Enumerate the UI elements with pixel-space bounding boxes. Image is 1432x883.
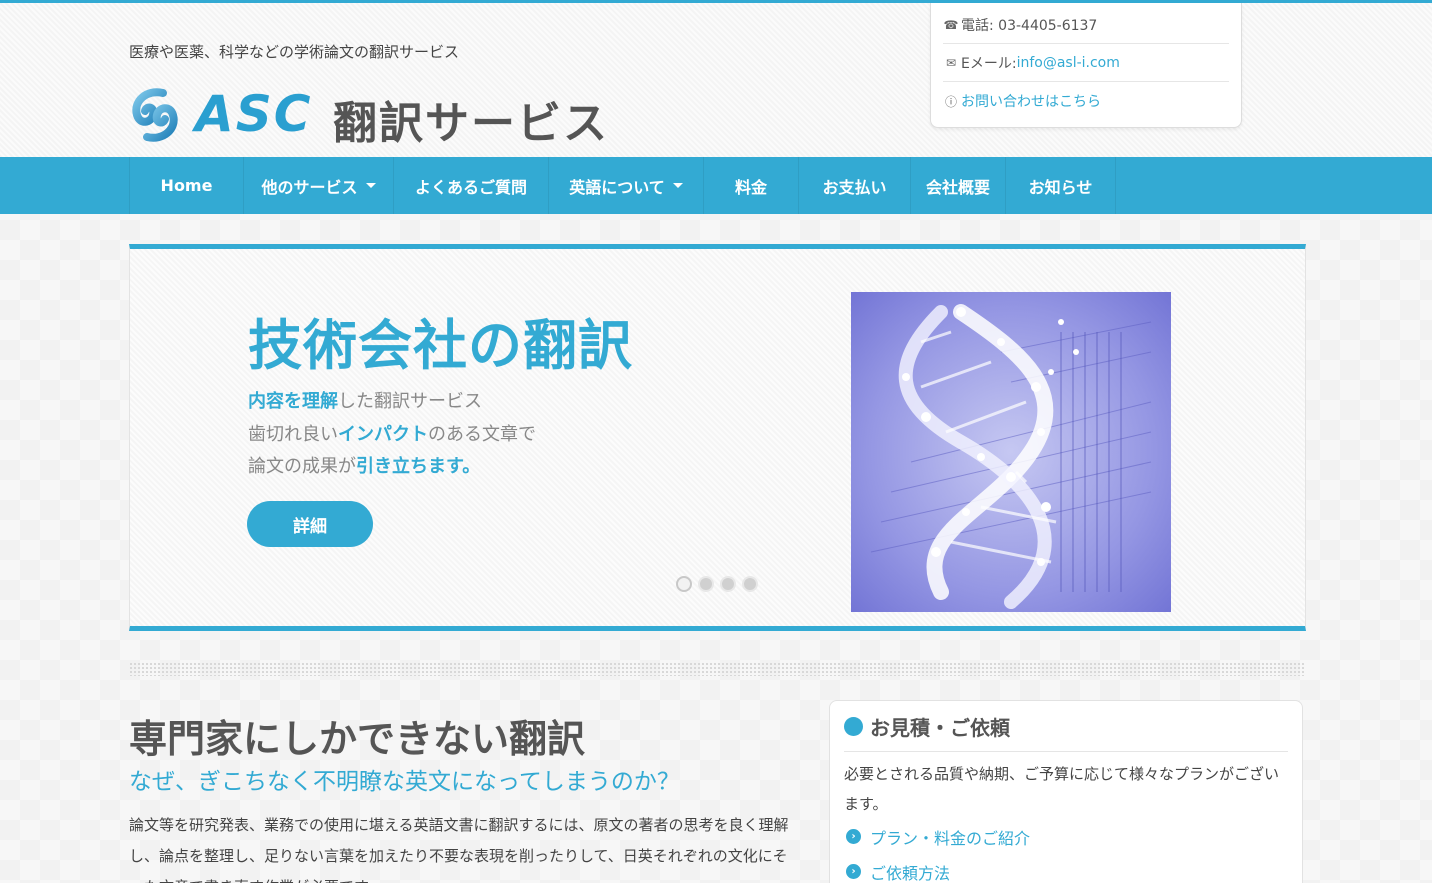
slide-line-2-prefix: 歯切れ良い	[248, 424, 338, 445]
detail-button[interactable]: 詳細	[247, 501, 373, 547]
dna-helix-image	[851, 292, 1171, 612]
logo-swirl-icon	[132, 88, 178, 142]
chevron-right-icon: ›	[846, 864, 861, 879]
contact-box: ☎ 電話: 03-4405-6137 ✉ Eメール: info@asl-i.co…	[930, 3, 1242, 128]
email-label: Eメール:	[961, 55, 1017, 72]
contact-phone: ☎ 電話: 03-4405-6137	[943, 6, 1229, 44]
circle-bullet-icon	[844, 716, 863, 736]
main-nav: Home 他のサービス よくあるご質問 英語について 料金 お支払い 会社概要 …	[0, 157, 1432, 214]
plan-pricing-link[interactable]: › プラン・料金のご紹介	[844, 819, 1288, 854]
slide-line-1-rest: した翻訳サービス	[338, 391, 482, 412]
nav-label-pricing: 料金	[734, 177, 767, 197]
nav-item-pricing[interactable]: 料金	[704, 157, 799, 214]
contact-email: ✉ Eメール: info@asl-i.com	[943, 44, 1229, 82]
slider-dot[interactable]	[742, 576, 758, 592]
request-method-link-label: ご依頼方法	[870, 863, 951, 883]
nav-item-faq[interactable]: よくあるご質問	[394, 157, 549, 214]
main-body-text: 論文等を研究発表、業務での使用に堪える英語文書に翻訳するには、原文の著者の思考を…	[129, 816, 789, 883]
nav-label-home: Home	[160, 176, 213, 195]
slider-dot[interactable]	[720, 576, 736, 592]
nav-item-home[interactable]: Home	[129, 157, 244, 214]
chevron-right-icon: ›	[846, 829, 861, 844]
envelope-icon: ✉	[945, 55, 957, 70]
site-logo[interactable]: ASC 翻訳サービス	[129, 83, 629, 149]
slider-dot[interactable]	[698, 576, 714, 592]
quote-request-title: お見積・ご依頼	[844, 701, 1288, 752]
slider-dot[interactable]	[676, 576, 692, 592]
logo-asc-letters: ASC	[195, 85, 313, 143]
nav-item-other-services[interactable]: 他のサービス	[244, 157, 394, 214]
slide-title: 技術会社の翻訳	[248, 314, 633, 377]
quote-request-box: お見積・ご依頼 必要とされる品質や納期、ご予算に応じて様々なプランがございます。…	[829, 700, 1303, 883]
caret-down-icon	[672, 183, 683, 188]
quote-request-text: 必要とされる品質や納期、ご予算に応じて様々なプランがございます。	[844, 765, 1280, 813]
nav-item-news[interactable]: お知らせ	[1006, 157, 1116, 214]
phone-label: 電話: 03-4405-6137	[961, 17, 1098, 34]
slider-pagination	[676, 576, 758, 592]
nav-item-payment[interactable]: お支払い	[799, 157, 911, 214]
main-subheading: なぜ、ぎこちなく不明瞭な英文になってしまうのか？	[129, 769, 680, 795]
slide-line-2-highlight: インパクト	[338, 424, 428, 445]
nav-label-other-services: 他のサービス	[261, 177, 358, 197]
contact-inquiry: ⓘ お問い合わせはこちら	[943, 82, 1229, 120]
slide-line-1: 内容を理解した翻訳サービス	[248, 387, 482, 413]
section-separator	[129, 662, 1306, 676]
quote-request-title-text: お見積・ご依頼	[870, 715, 1010, 740]
site-tagline: 医療や医薬、科学などの学術論文の翻訳サービス	[129, 43, 460, 61]
nav-label-payment: お支払い	[822, 177, 887, 197]
inquiry-link[interactable]: お問い合わせはこちら	[961, 91, 1101, 111]
slide-line-1-highlight: 内容を理解	[248, 391, 338, 412]
plan-pricing-link-label: プラン・料金のご紹介	[870, 828, 1031, 848]
nav-label-news: お知らせ	[1028, 177, 1093, 197]
slide-line-3-highlight: 引き立ちます。	[356, 456, 481, 477]
slide-line-3: 論文の成果が引き立ちます。	[248, 452, 480, 478]
slide-line-2: 歯切れ良いインパクトのある文章で	[248, 420, 536, 446]
nav-label-faq: よくあるご質問	[414, 177, 527, 197]
caret-down-icon	[365, 183, 376, 188]
info-icon: ⓘ	[944, 94, 957, 109]
slide-line-2-rest: のある文章で	[428, 424, 536, 445]
nav-label-about-english: 英語について	[569, 177, 665, 197]
request-method-link[interactable]: › ご依頼方法	[844, 854, 1288, 883]
main-heading: 専門家にしかできない翻訳	[129, 717, 586, 761]
nav-label-company: 会社概要	[925, 177, 990, 197]
nav-item-about-english[interactable]: 英語について	[549, 157, 704, 214]
nav-item-company[interactable]: 会社概要	[911, 157, 1006, 214]
phone-icon: ☎	[943, 17, 959, 32]
site-header: 医療や医薬、科学などの学術論文の翻訳サービス ASC 翻訳サービス ☎ 電話: …	[0, 3, 1432, 157]
email-link[interactable]: info@asl-i.com	[1017, 55, 1120, 71]
slide-line-3-prefix: 論文の成果が	[248, 456, 356, 477]
logo-service-text: 翻訳サービス	[333, 98, 609, 149]
hero-slider: 技術会社の翻訳 内容を理解した翻訳サービス 歯切れ良いインパクトのある文章で 論…	[129, 244, 1306, 631]
